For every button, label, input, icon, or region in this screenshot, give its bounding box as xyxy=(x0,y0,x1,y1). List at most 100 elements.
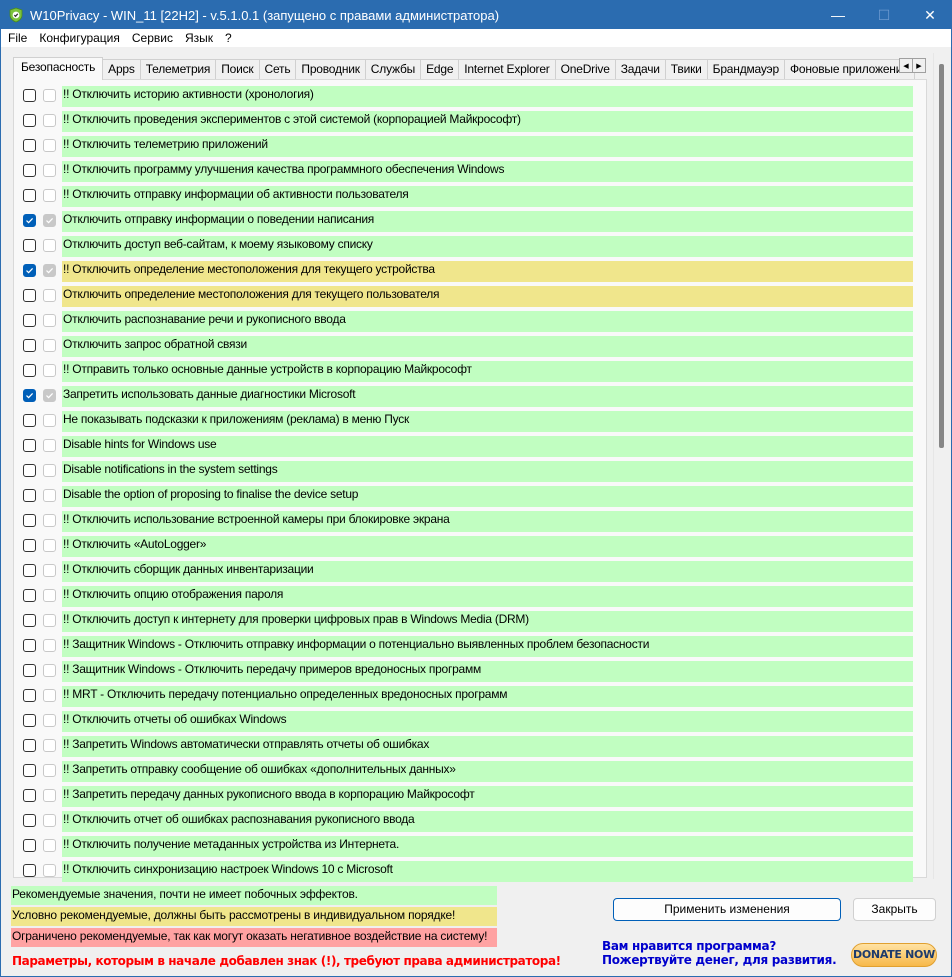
option-checkbox[interactable] xyxy=(23,714,36,727)
option-label[interactable]: !! Запретить Windows автоматически отпра… xyxy=(62,736,913,757)
menu-configuration[interactable]: Конфигурация xyxy=(33,29,126,47)
option-label[interactable]: Disable hints for Windows use xyxy=(62,436,913,457)
option-label[interactable]: !! Отключить определение местоположения … xyxy=(62,261,913,282)
option-checkbox[interactable] xyxy=(23,639,36,652)
option-checkbox[interactable] xyxy=(23,814,36,827)
option-label[interactable]: !! Отправить только основные данные устр… xyxy=(62,361,913,382)
option-label[interactable]: !! Отключить отчеты об ошибках Windows xyxy=(62,711,913,732)
tab-12[interactable]: Брандмауэр xyxy=(706,59,785,79)
option-label[interactable]: !! Отключить доступ к интернету для пров… xyxy=(62,611,913,632)
option-checkbox[interactable] xyxy=(23,789,36,802)
option-checkbox[interactable] xyxy=(23,464,36,477)
maximize-button[interactable]: ☐ xyxy=(861,1,907,29)
tab-7[interactable]: Edge xyxy=(420,59,460,79)
option-checkbox[interactable] xyxy=(23,739,36,752)
tab-4[interactable]: Сеть xyxy=(258,59,297,79)
option-label[interactable]: !! Отключить проведения экспериментов с … xyxy=(62,111,913,132)
option-checkbox[interactable] xyxy=(23,864,36,877)
option-label[interactable]: !! Отключить использование встроенной ка… xyxy=(62,511,913,532)
option-label[interactable]: !! Отключить отправку информации об акти… xyxy=(62,186,913,207)
option-checkbox[interactable] xyxy=(23,364,36,377)
option-checkbox[interactable] xyxy=(23,114,36,127)
option-label[interactable]: !! Отключить телеметрию приложений xyxy=(62,136,913,157)
option-checkbox[interactable] xyxy=(23,614,36,627)
tab-13[interactable]: Фоновые приложения xyxy=(783,59,915,79)
option-label[interactable]: !! Запретить передачу данных рукописного… xyxy=(62,786,913,807)
option-checkbox[interactable] xyxy=(23,764,36,777)
option-checkbox[interactable] xyxy=(23,414,36,427)
option-label[interactable]: !! MRT - Отключить передачу потенциально… xyxy=(62,686,913,707)
option-label[interactable]: !! Отключить опцию отображения пароля xyxy=(62,586,913,607)
option-checkbox[interactable] xyxy=(23,389,36,402)
legend-item-yellow: Условно рекомендуемые, должны быть рассм… xyxy=(11,907,497,926)
tab-1[interactable]: Apps xyxy=(102,59,141,79)
option-label[interactable]: Disable notifications in the system sett… xyxy=(62,461,913,482)
option-checkbox[interactable] xyxy=(23,189,36,202)
option-label[interactable]: !! Отключить сборщик данных инвентаризац… xyxy=(62,561,913,582)
option-label[interactable]: !! Отключить «AutoLogger» xyxy=(62,536,913,557)
tab-11[interactable]: Твики xyxy=(664,59,708,79)
option-checkbox[interactable] xyxy=(23,289,36,302)
menu-language[interactable]: Язык xyxy=(179,29,219,47)
option-label[interactable]: Отключить запрос обратной связи xyxy=(62,336,913,357)
option-checkbox[interactable] xyxy=(23,839,36,852)
tab-0[interactable]: Безопасность xyxy=(13,57,104,80)
option-label[interactable]: Отключить отправку информации о поведени… xyxy=(62,211,913,232)
option-checkbox[interactable] xyxy=(23,564,36,577)
option-label[interactable]: Не показывать подсказки к приложениям (р… xyxy=(62,411,913,432)
menu-help[interactable]: ? xyxy=(219,29,238,47)
admin-note: Параметры, которым в начале добавлен зна… xyxy=(12,954,561,968)
option-row: !! Отключить программу улучшения качеств… xyxy=(14,161,926,186)
option-checkbox[interactable] xyxy=(23,439,36,452)
option-label[interactable]: Отключить доступ веб-сайтам, к моему язы… xyxy=(62,236,913,257)
default-state-checkbox xyxy=(43,739,56,752)
option-label[interactable]: Отключить распознавание речи и рукописно… xyxy=(62,311,913,332)
option-checkbox[interactable] xyxy=(23,514,36,527)
tab-8[interactable]: Internet Explorer xyxy=(458,59,556,79)
tab-10[interactable]: Задачи xyxy=(614,59,666,79)
tab-3[interactable]: Поиск xyxy=(215,59,260,79)
option-label[interactable]: !! Защитник Windows - Отключить передачу… xyxy=(62,661,913,682)
option-checkbox[interactable] xyxy=(23,539,36,552)
option-label[interactable]: Запретить использовать данные диагностик… xyxy=(62,386,913,407)
option-label[interactable]: !! Отключить получение метаданных устрой… xyxy=(62,836,913,857)
option-label[interactable]: Disable the option of proposing to final… xyxy=(62,486,913,507)
option-checkbox[interactable] xyxy=(23,139,36,152)
apply-changes-button[interactable]: Применить изменения xyxy=(613,898,841,921)
option-checkbox[interactable] xyxy=(23,664,36,677)
scrollbar-thumb[interactable] xyxy=(939,64,944,448)
option-label[interactable]: !! Отключить синхронизацию настроек Wind… xyxy=(62,861,913,882)
option-checkbox[interactable] xyxy=(23,589,36,602)
tab-6[interactable]: Службы xyxy=(364,59,422,79)
option-checkbox[interactable] xyxy=(23,689,36,702)
tab-scroll-right-button[interactable]: ▶ xyxy=(912,58,926,73)
menu-service[interactable]: Сервис xyxy=(126,29,179,47)
option-label[interactable]: !! Защитник Windows - Отключить отправку… xyxy=(62,636,913,657)
tab-5[interactable]: Проводник xyxy=(295,59,366,79)
tab-scroll-left-button[interactable]: ◀ xyxy=(899,58,913,73)
option-label[interactable]: Отключить определение местоположения для… xyxy=(62,286,913,307)
option-checkbox[interactable] xyxy=(23,339,36,352)
option-checkbox[interactable] xyxy=(23,214,36,227)
option-checkbox[interactable] xyxy=(23,489,36,502)
menu-file[interactable]: File xyxy=(1,29,33,47)
default-state-checkbox xyxy=(43,139,56,152)
option-checkbox[interactable] xyxy=(23,264,36,277)
donate-now-button[interactable]: DONATE NOW xyxy=(851,943,937,967)
option-label[interactable]: !! Отключить историю активности (хроноло… xyxy=(62,86,913,107)
legend-item-green: Рекомендуемые значения, почти не имеет п… xyxy=(11,886,497,905)
option-checkbox[interactable] xyxy=(23,89,36,102)
option-label[interactable]: !! Отключить отчет об ошибках распознава… xyxy=(62,811,913,832)
option-label[interactable]: !! Отключить программу улучшения качеств… xyxy=(62,161,913,182)
option-checkbox[interactable] xyxy=(23,314,36,327)
option-checkbox[interactable] xyxy=(23,239,36,252)
tab-2[interactable]: Телеметрия xyxy=(139,59,217,79)
close-button[interactable]: Закрыть xyxy=(853,898,936,921)
option-label[interactable]: !! Запретить отправку сообщение об ошибк… xyxy=(62,761,913,782)
minimize-button[interactable]: — xyxy=(815,1,861,29)
default-state-checkbox xyxy=(43,839,56,852)
title-bar: W10Privacy - WIN_11 [22H2] - v.5.1.0.1 (… xyxy=(1,1,952,29)
close-window-button[interactable]: ✕ xyxy=(907,1,952,29)
tab-9[interactable]: OneDrive xyxy=(554,59,616,79)
option-checkbox[interactable] xyxy=(23,164,36,177)
